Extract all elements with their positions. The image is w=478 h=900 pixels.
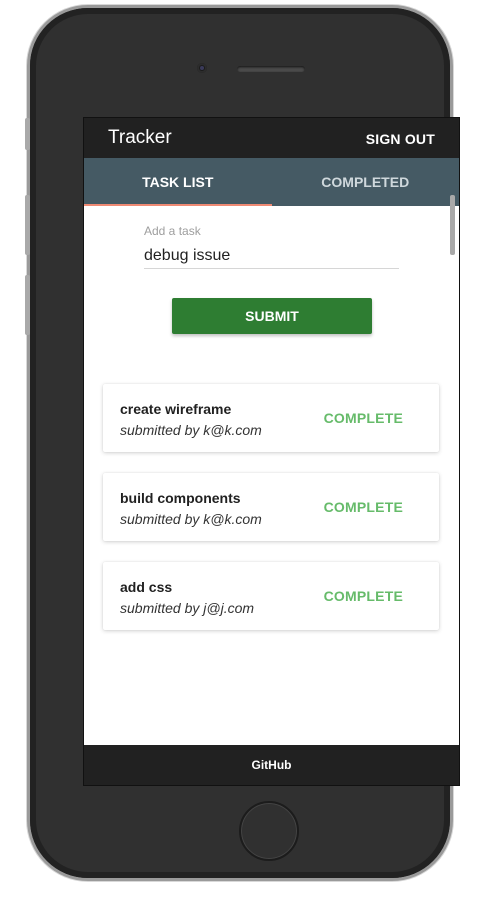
- app-bar: Tracker SIGN OUT: [84, 118, 459, 158]
- mute-switch: [25, 118, 30, 150]
- phone-frame: Tracker SIGN OUT TASK LIST COMPLETED Add…: [30, 8, 460, 878]
- complete-button[interactable]: COMPLETE: [324, 410, 403, 426]
- tab-task-list[interactable]: TASK LIST: [84, 158, 272, 206]
- task-card: build components submitted by k@k.com CO…: [103, 473, 439, 541]
- add-task-label: Add a task: [144, 224, 201, 238]
- complete-button[interactable]: COMPLETE: [324, 499, 403, 515]
- sign-out-button[interactable]: SIGN OUT: [366, 131, 435, 147]
- github-link[interactable]: GitHub: [252, 758, 292, 772]
- add-task-form: Add a task SUBMIT: [84, 206, 459, 376]
- app-title: Tracker: [108, 127, 172, 148]
- task-submitter: submitted by k@k.com: [120, 511, 262, 527]
- task-card: create wireframe submitted by k@k.com CO…: [103, 384, 439, 452]
- app-screen: Tracker SIGN OUT TASK LIST COMPLETED Add…: [83, 117, 460, 786]
- complete-button[interactable]: COMPLETE: [324, 588, 403, 604]
- task-submitter: submitted by j@j.com: [120, 600, 255, 616]
- task-name: add css: [120, 579, 173, 595]
- task-name: create wireframe: [120, 401, 232, 417]
- earpiece-speaker: [237, 66, 305, 72]
- home-button[interactable]: [239, 801, 299, 861]
- front-camera: [197, 63, 207, 73]
- volume-down-button: [25, 275, 30, 335]
- power-button: [450, 195, 455, 255]
- volume-up-button: [25, 195, 30, 255]
- task-list: create wireframe submitted by k@k.com CO…: [103, 384, 439, 651]
- tab-bar: TASK LIST COMPLETED: [84, 158, 459, 206]
- task-card: add css submitted by j@j.com COMPLETE: [103, 562, 439, 630]
- task-name: build components: [120, 490, 241, 506]
- tab-completed[interactable]: COMPLETED: [272, 158, 460, 206]
- task-submitter: submitted by k@k.com: [120, 422, 262, 438]
- footer: GitHub: [84, 745, 459, 785]
- add-task-input[interactable]: [144, 244, 399, 269]
- submit-button[interactable]: SUBMIT: [172, 298, 372, 334]
